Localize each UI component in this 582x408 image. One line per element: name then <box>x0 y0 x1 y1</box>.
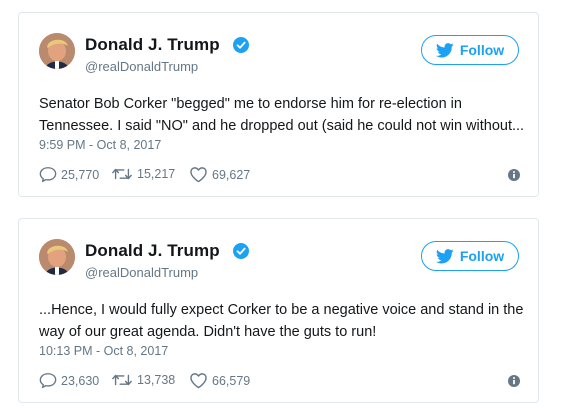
like-heart-icon <box>190 167 207 183</box>
author-name[interactable]: Donald J. Trump <box>85 241 220 261</box>
avatar-image <box>39 33 75 69</box>
reply-button[interactable]: 23,630 <box>39 372 99 389</box>
like-heart-icon <box>190 373 207 389</box>
tweet-card[interactable]: Donald J. Trump @realDonaldTrump Follow … <box>18 12 539 197</box>
follow-button[interactable]: Follow <box>421 241 519 271</box>
like-count: 69,627 <box>212 167 251 182</box>
like-count: 66,579 <box>212 373 251 388</box>
tweet-timestamp[interactable]: 9:59 PM - Oct 8, 2017 <box>39 138 161 152</box>
retweet-count: 15,217 <box>137 167 176 181</box>
author-handle[interactable]: @realDonaldTrump <box>85 265 198 280</box>
reply-icon <box>39 373 57 389</box>
tweet-card[interactable]: Donald J. Trump @realDonaldTrump Follow … <box>18 218 539 403</box>
twitter-bird-icon <box>435 42 454 57</box>
avatar[interactable] <box>39 239 75 275</box>
reply-button[interactable]: 25,770 <box>39 166 99 183</box>
author-name[interactable]: Donald J. Trump <box>85 35 220 55</box>
retweet-icon <box>112 168 132 180</box>
tweet-actions: 23,630 13,738 66,579 <box>39 372 521 390</box>
tweet-text: ...Hence, I would fully expect Corker to… <box>39 302 524 340</box>
follow-button[interactable]: Follow <box>421 35 519 65</box>
retweet-count: 13,738 <box>137 373 176 387</box>
retweet-button[interactable]: 15,217 <box>111 166 175 182</box>
avatar[interactable] <box>39 33 75 69</box>
verified-badge-icon <box>233 37 249 53</box>
tweet-text: Senator Bob Corker "begged" me to endors… <box>39 96 525 134</box>
reply-count: 25,770 <box>61 167 100 182</box>
retweet-button[interactable]: 13,738 <box>111 372 175 388</box>
author-handle[interactable]: @realDonaldTrump <box>85 59 198 74</box>
info-icon[interactable] <box>507 374 521 388</box>
tweet-actions: 25,770 15,217 69,627 <box>39 166 521 184</box>
follow-label: Follow <box>459 248 505 264</box>
like-button[interactable]: 66,579 <box>189 372 250 389</box>
tweet-timestamp[interactable]: 10:13 PM - Oct 8, 2017 <box>39 344 168 358</box>
verified-badge-icon <box>233 243 249 259</box>
twitter-bird-icon <box>435 248 454 263</box>
follow-label: Follow <box>459 42 505 58</box>
avatar-image <box>39 239 75 275</box>
retweet-icon <box>112 374 132 386</box>
reply-count: 23,630 <box>61 373 100 388</box>
like-button[interactable]: 69,627 <box>189 166 250 183</box>
info-icon[interactable] <box>507 168 521 182</box>
reply-icon <box>39 167 57 183</box>
